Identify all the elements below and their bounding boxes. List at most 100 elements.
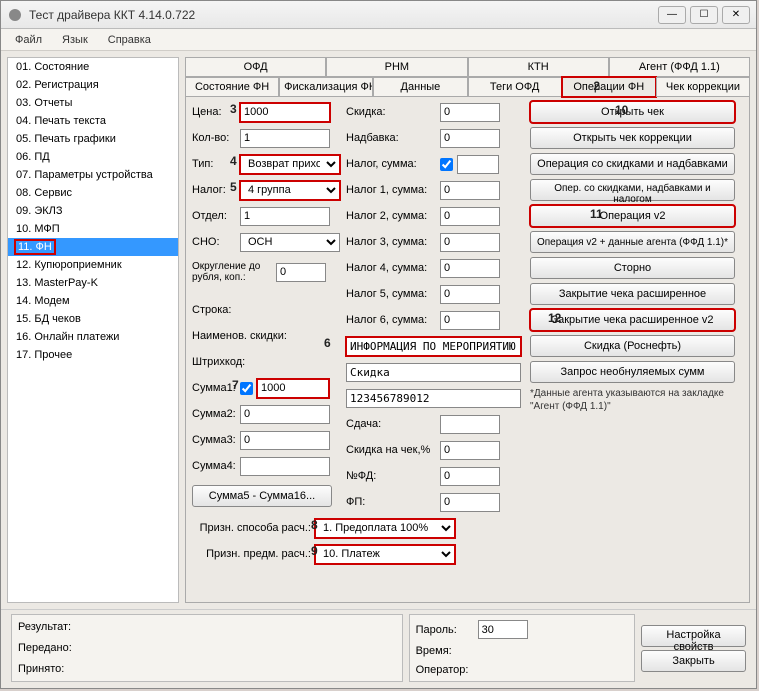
sidebar-item-16[interactable]: 17. Прочее — [8, 346, 178, 364]
n4-input[interactable] — [440, 259, 500, 278]
sidebar-item-9[interactable]: 10. МФП — [8, 220, 178, 238]
dept-input[interactable] — [240, 207, 330, 226]
sidebar-item-1[interactable]: 02. Регистрация — [8, 76, 178, 94]
menu-help[interactable]: Справка — [100, 32, 159, 48]
n3-input[interactable] — [440, 233, 500, 252]
sposob-label: Призн. способа расч.: — [196, 522, 311, 534]
barcode-input[interactable] — [346, 389, 521, 408]
predm-label: Призн. предм. расч.: — [196, 548, 311, 560]
maximize-button[interactable]: ☐ — [690, 6, 718, 24]
sum1-input[interactable] — [257, 379, 329, 398]
mark-5: 5 — [230, 180, 237, 194]
menu-file[interactable]: Файл — [7, 32, 50, 48]
result-label: Результат: — [18, 621, 88, 633]
tab-top-2[interactable]: КТН — [468, 57, 609, 77]
sidebar-item-15[interactable]: 16. Онлайн платежи — [8, 328, 178, 346]
sidebar-item-13[interactable]: 14. Модем — [8, 292, 178, 310]
sidebar-item-6[interactable]: 07. Параметры устройства — [8, 166, 178, 184]
n2-input[interactable] — [440, 207, 500, 226]
nfd-input[interactable] — [440, 467, 500, 486]
sidebar-item-4[interactable]: 05. Печать графики — [8, 130, 178, 148]
tax-select[interactable]: 4 группа — [240, 181, 340, 200]
dept-label: Отдел: — [192, 210, 236, 222]
barcode-label: Штрихкод: — [192, 356, 272, 368]
qty-input[interactable] — [240, 129, 330, 148]
sno-label: СНО: — [192, 236, 236, 248]
sposob-select[interactable]: 1. Предоплата 100% — [315, 519, 455, 538]
skidka-chk-input[interactable] — [440, 441, 500, 460]
sum3-input[interactable] — [240, 431, 330, 450]
n5-input[interactable] — [440, 285, 500, 304]
sum2-label: Сумма2: — [192, 408, 236, 420]
sidebar-item-12[interactable]: 13. MasterPay-K — [8, 274, 178, 292]
operation-v2-agent-button[interactable]: Операция v2 + данные агента (ФФД 1.1)* — [530, 231, 735, 253]
nalog-sum-input[interactable] — [457, 155, 499, 174]
tab-bottom-2[interactable]: Данные — [373, 77, 467, 97]
props-button[interactable]: Настройка свойств — [641, 625, 746, 647]
tab-top-1[interactable]: РНМ — [326, 57, 467, 77]
sent-label: Передано: — [18, 642, 88, 654]
close-button[interactable]: Закрыть — [641, 650, 746, 672]
op-discounts-tax-button[interactable]: Опер. со скидками, надбавками и налогом — [530, 179, 735, 201]
stroka-input[interactable] — [346, 337, 521, 356]
type-select[interactable]: Возврат приход — [240, 155, 340, 174]
sidebar-item-0[interactable]: 01. Состояние — [8, 58, 178, 76]
sum1-check[interactable] — [240, 382, 253, 395]
stroka-label: Строка: — [192, 304, 272, 316]
minimize-button[interactable]: — — [658, 6, 686, 24]
discount-name-input[interactable] — [346, 363, 521, 382]
request-sums-button[interactable]: Запрос необнуляемых сумм — [530, 361, 735, 383]
sidebar-item-11[interactable]: 12. Купюроприемник — [8, 256, 178, 274]
sno-select[interactable]: ОСН — [240, 233, 340, 252]
sum5-16-button[interactable]: Сумма5 - Сумма16... — [192, 485, 332, 507]
n6-label: Налог 6, сумма: — [346, 314, 436, 326]
tab-bottom-1[interactable]: Фискализация ФН — [279, 77, 373, 97]
storno-button[interactable]: Сторно — [530, 257, 735, 279]
mark-11: 11 — [590, 207, 603, 221]
predm-select[interactable]: 10. Платеж — [315, 545, 455, 564]
nalog-sum-check[interactable] — [440, 158, 453, 171]
n1-input[interactable] — [440, 181, 500, 200]
close-window-button[interactable]: ✕ — [722, 6, 750, 24]
mark-6: 6 — [324, 336, 331, 350]
n4-label: Налог 4, сумма: — [346, 262, 436, 274]
agent-note: *Данные агента указываются на закладке "… — [530, 387, 735, 413]
skidka-input[interactable] — [440, 103, 500, 122]
tab-bottom-0[interactable]: Состояние ФН — [185, 77, 279, 97]
sidebar-item-5[interactable]: 06. ПД — [8, 148, 178, 166]
operation-v2-button[interactable]: Операция v2 — [530, 205, 735, 227]
sidebar-item-7[interactable]: 08. Сервис — [8, 184, 178, 202]
discount-rosneft-button[interactable]: Скидка (Роснефть) — [530, 335, 735, 357]
sum2-input[interactable] — [240, 405, 330, 424]
mark-2: 2 — [593, 79, 600, 93]
sidebar-item-14[interactable]: 15. БД чеков — [8, 310, 178, 328]
sidebar-item-8[interactable]: 09. ЭКЛЗ — [8, 202, 178, 220]
nadbavka-input[interactable] — [440, 129, 500, 148]
price-input[interactable] — [240, 103, 330, 122]
close-check-ext-button[interactable]: Закрытие чека расширенное — [530, 283, 735, 305]
fp-input[interactable] — [440, 493, 500, 512]
tab-bottom-3[interactable]: Теги ОФД — [468, 77, 562, 97]
n6-input[interactable] — [440, 311, 500, 330]
open-correction-check-button[interactable]: Открыть чек коррекции — [530, 127, 735, 149]
sdacha-input[interactable] — [440, 415, 500, 434]
round-input[interactable] — [276, 263, 326, 282]
menu-lang[interactable]: Язык — [54, 32, 96, 48]
mark-9: 9 — [311, 544, 318, 558]
menubar: Файл Язык Справка — [1, 29, 756, 51]
tab-bottom-4[interactable]: Операции ФН — [562, 77, 656, 97]
sidebar-item-3[interactable]: 04. Печать текста — [8, 112, 178, 130]
tab-bottom-5[interactable]: Чек коррекции — [656, 77, 750, 97]
nalog-sum-label: Налог, сумма: — [346, 158, 436, 170]
skidka-chk-label: Скидка на чек,% — [346, 444, 436, 456]
sidebar-item-10[interactable]: 11. ФН — [8, 238, 178, 256]
pwd-input[interactable] — [478, 620, 528, 639]
open-check-button[interactable]: Открыть чек — [530, 101, 735, 123]
tab-top-3[interactable]: Агент (ФФД 1.1) — [609, 57, 750, 77]
op-discounts-button[interactable]: Операция со скидками и надбавками — [530, 153, 735, 175]
qty-label: Кол-во: — [192, 132, 236, 144]
sum4-input[interactable] — [240, 457, 330, 476]
sidebar-item-2[interactable]: 03. Отчеты — [8, 94, 178, 112]
tab-top-0[interactable]: ОФД — [185, 57, 326, 77]
n5-label: Налог 5, сумма: — [346, 288, 436, 300]
